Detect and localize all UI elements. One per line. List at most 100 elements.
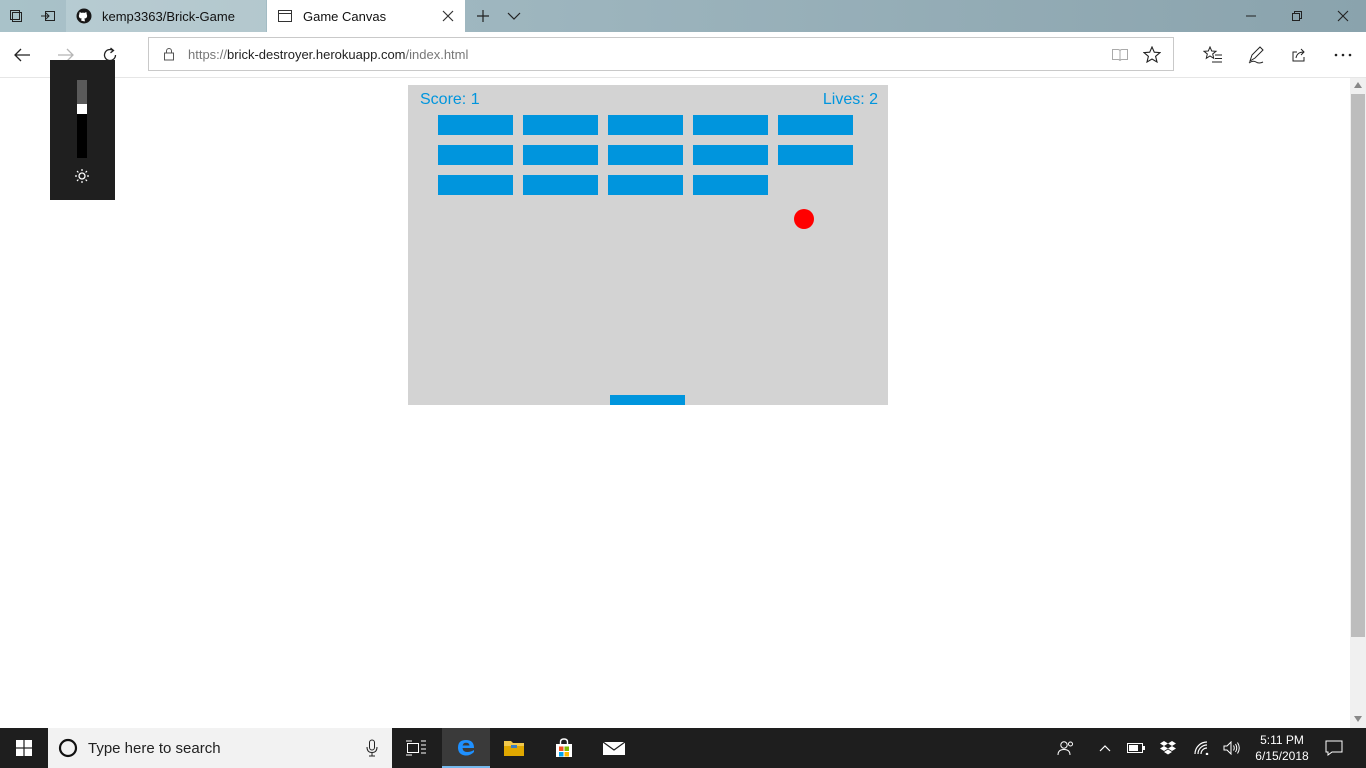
lock-icon bbox=[164, 48, 174, 61]
task-view-button[interactable] bbox=[392, 728, 440, 768]
tab-label: kemp3363/Brick-Game bbox=[102, 8, 235, 24]
plus-icon bbox=[477, 10, 489, 22]
store-bag-icon bbox=[556, 738, 572, 757]
brick bbox=[778, 115, 853, 135]
share-button[interactable] bbox=[1283, 39, 1315, 71]
clock-date: 6/15/2018 bbox=[1255, 749, 1309, 763]
taskbar-clock[interactable]: 5:11 PM 6/15/2018 bbox=[1244, 732, 1320, 764]
brick bbox=[523, 115, 598, 135]
score-display: Score: 1 bbox=[420, 91, 480, 108]
brick bbox=[523, 145, 598, 165]
people-button[interactable] bbox=[1052, 728, 1080, 768]
microphone-icon[interactable] bbox=[366, 739, 378, 757]
volume-button[interactable] bbox=[1220, 728, 1244, 768]
clock-time: 5:11 PM bbox=[1260, 733, 1304, 747]
brick bbox=[693, 115, 768, 135]
restore-button[interactable] bbox=[1274, 0, 1320, 32]
favorites-list-icon bbox=[1203, 46, 1222, 63]
web-notes-button[interactable] bbox=[1240, 39, 1272, 71]
show-hidden-icons-button[interactable] bbox=[1094, 728, 1116, 768]
people-icon bbox=[1057, 741, 1073, 756]
favorite-star-icon[interactable] bbox=[1143, 46, 1161, 63]
battery-button[interactable] bbox=[1124, 728, 1148, 768]
restore-tabs-icon bbox=[41, 11, 55, 21]
brightness-sun-icon bbox=[75, 169, 89, 183]
folder-icon bbox=[504, 741, 524, 756]
tab-preview-button[interactable] bbox=[498, 0, 530, 32]
windows-logo-icon bbox=[16, 740, 32, 756]
restore-icon bbox=[1292, 11, 1302, 21]
brightness-slider-remaining bbox=[77, 80, 87, 104]
wifi-icon bbox=[1194, 741, 1209, 755]
scroll-down-icon[interactable] bbox=[1354, 716, 1362, 722]
tab-github[interactable]: kemp3363/Brick-Game bbox=[66, 0, 266, 32]
ball bbox=[794, 209, 814, 229]
url-path: /index.html bbox=[405, 47, 469, 62]
brick bbox=[438, 115, 513, 135]
chevron-down-icon bbox=[507, 12, 521, 20]
brick bbox=[608, 115, 683, 135]
taskbar-mail[interactable] bbox=[590, 728, 638, 768]
chevron-up-icon bbox=[1099, 745, 1111, 752]
task-view-icon bbox=[406, 740, 426, 756]
close-icon bbox=[1337, 10, 1349, 22]
edge-logo-icon bbox=[458, 740, 474, 756]
pen-icon bbox=[1248, 46, 1264, 64]
taskbar-search-box[interactable]: Type here to search bbox=[48, 728, 392, 768]
start-button[interactable] bbox=[0, 728, 48, 768]
browser-tab-bar: kemp3363/Brick-Game Game Canvas bbox=[0, 0, 1366, 32]
share-icon bbox=[1292, 48, 1305, 62]
brightness-flyout bbox=[50, 60, 115, 200]
scroll-up-icon[interactable] bbox=[1354, 82, 1362, 88]
brick bbox=[438, 145, 513, 165]
brick bbox=[693, 175, 768, 195]
paddle bbox=[610, 395, 685, 405]
action-center-button[interactable] bbox=[1320, 728, 1348, 768]
battery-icon bbox=[1127, 743, 1145, 753]
search-placeholder: Type here to search bbox=[88, 740, 221, 757]
brick bbox=[523, 175, 598, 195]
reading-view-icon[interactable] bbox=[1111, 47, 1129, 63]
minimize-icon bbox=[1246, 15, 1256, 17]
dropbox-icon bbox=[1160, 741, 1176, 755]
set-aside-tabs-icon bbox=[10, 10, 22, 22]
browser-toolbar: https://brick-destroyer.herokuapp.com/in… bbox=[0, 32, 1366, 78]
more-dots-icon bbox=[1334, 53, 1352, 57]
mail-envelope-icon bbox=[602, 741, 626, 755]
close-window-button[interactable] bbox=[1320, 0, 1366, 32]
cortana-icon bbox=[58, 738, 78, 758]
minimize-button[interactable] bbox=[1228, 0, 1274, 32]
settings-more-button[interactable] bbox=[1327, 39, 1359, 71]
game-canvas[interactable]: Score: 1 Lives: 2 bbox=[408, 85, 888, 405]
brick bbox=[608, 175, 683, 195]
tab-manager-button[interactable] bbox=[0, 0, 32, 32]
brick bbox=[438, 175, 513, 195]
tab-game-canvas[interactable]: Game Canvas bbox=[267, 0, 465, 32]
url-text: https://brick-destroyer.herokuapp.com/in… bbox=[188, 47, 468, 62]
brick bbox=[778, 145, 853, 165]
url-scheme: https:// bbox=[188, 47, 228, 62]
brightness-slider-thumb[interactable] bbox=[77, 103, 87, 114]
brick bbox=[608, 145, 683, 165]
taskbar-edge[interactable] bbox=[442, 728, 490, 768]
address-bar[interactable]: https://brick-destroyer.herokuapp.com/in… bbox=[148, 37, 1174, 71]
speaker-icon bbox=[1223, 741, 1240, 755]
lives-display: Lives: 2 bbox=[822, 91, 878, 108]
scrollbar-thumb[interactable] bbox=[1351, 94, 1365, 637]
network-button[interactable] bbox=[1190, 728, 1214, 768]
url-host: brick-destroyer.herokuapp.com bbox=[227, 47, 406, 62]
tabs-aside-button[interactable] bbox=[32, 0, 64, 32]
page-icon bbox=[278, 10, 292, 22]
brick bbox=[693, 145, 768, 165]
dropbox-button[interactable] bbox=[1156, 728, 1180, 768]
favorites-hub-button[interactable] bbox=[1197, 39, 1229, 71]
taskbar-store[interactable] bbox=[540, 728, 588, 768]
notification-icon bbox=[1325, 740, 1343, 756]
back-button[interactable] bbox=[6, 39, 38, 71]
close-tab-icon[interactable] bbox=[441, 9, 455, 23]
github-icon bbox=[76, 8, 92, 24]
tab-label: Game Canvas bbox=[303, 8, 387, 24]
taskbar-file-explorer[interactable] bbox=[490, 728, 538, 768]
new-tab-button[interactable] bbox=[467, 0, 499, 32]
arrow-left-icon bbox=[14, 48, 30, 62]
